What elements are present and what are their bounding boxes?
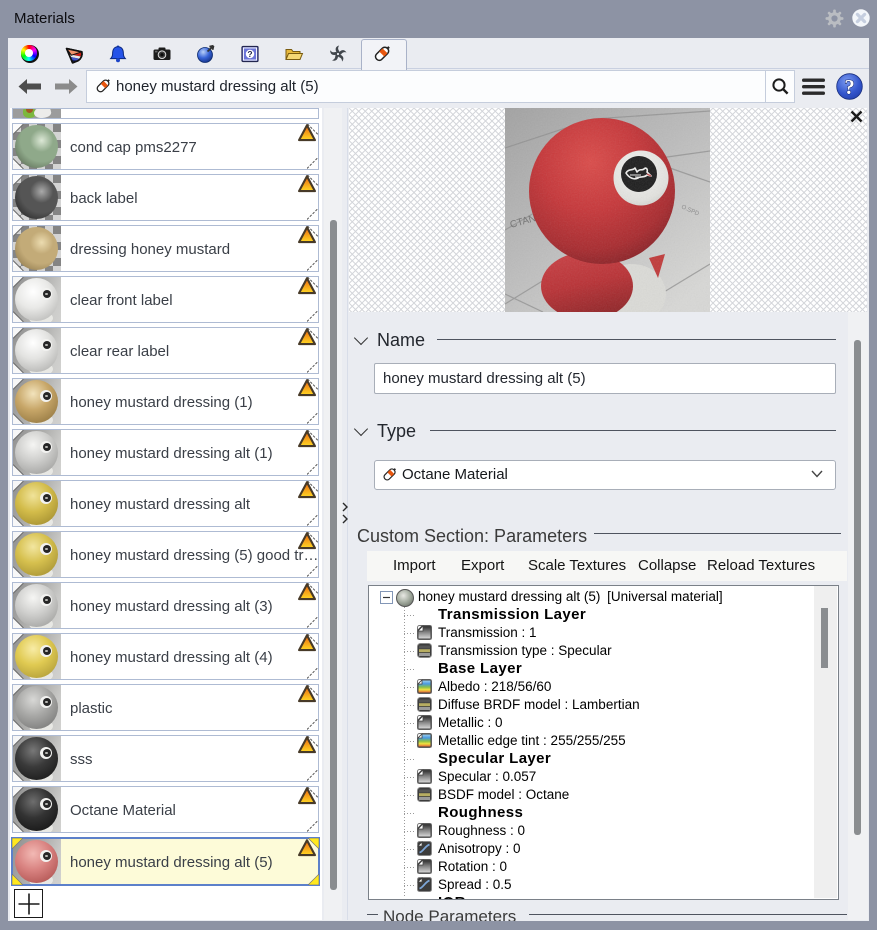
svg-text:?: ? [247, 49, 252, 59]
svg-text:?: ? [844, 75, 855, 99]
